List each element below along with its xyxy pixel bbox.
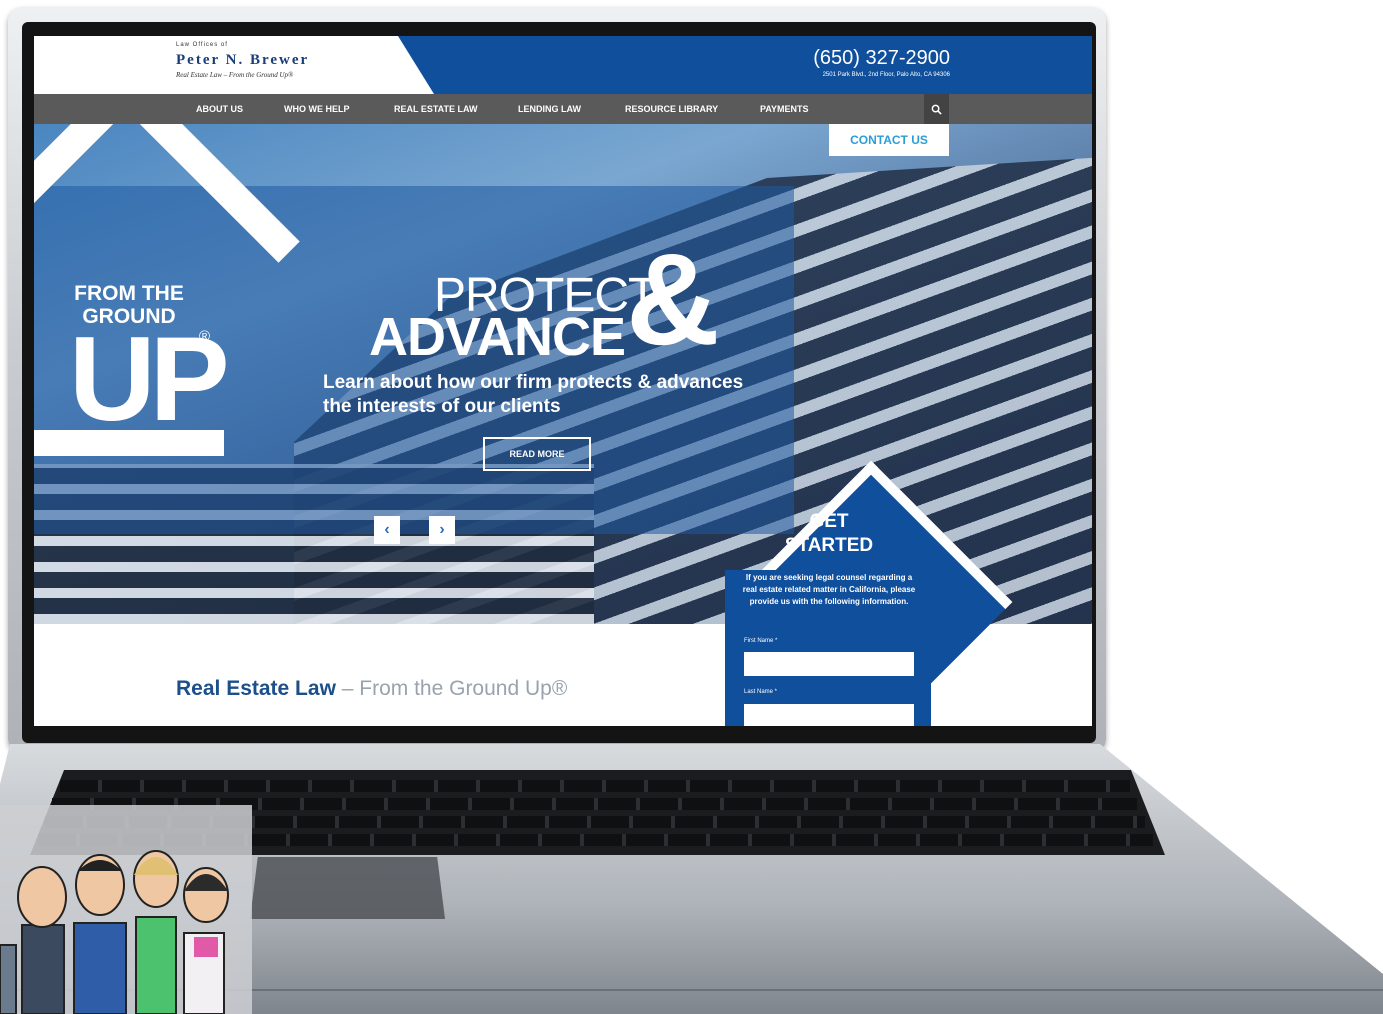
phone-number[interactable]: (650) 327-2900 <box>813 47 950 70</box>
headline-advance: ADVANCE <box>369 307 626 367</box>
nav-item-about-us[interactable]: ABOUT US <box>196 104 243 114</box>
website-screen: Law Offices of Peter N. Brewer Real Esta… <box>34 36 1092 726</box>
last-name-field[interactable] <box>744 704 914 726</box>
get-started-title-line1: GET <box>809 511 849 532</box>
nav-item-resource-library[interactable]: RESOURCE LIBRARY <box>625 104 718 114</box>
badge-underline <box>34 430 224 456</box>
caricature-person <box>73 854 127 1014</box>
nav-item-real-estate-law[interactable]: REAL ESTATE LAW <box>394 104 478 114</box>
headline-ampersand: & <box>626 226 720 372</box>
trackpad <box>250 857 445 919</box>
get-started-title-line2: STARTED <box>784 535 874 556</box>
nav-item-lending-law[interactable]: LENDING LAW <box>518 104 581 114</box>
logo-tagline: Real Estate Law – From the Ground Up® <box>176 71 294 79</box>
caricature-person <box>0 944 17 1014</box>
search-icon <box>931 104 942 115</box>
logo-name: Peter N. Brewer <box>176 52 310 68</box>
address: 2501 Park Blvd., 2nd Floor, Palo Alto, C… <box>822 72 950 78</box>
intro-heading-strong: Real Estate Law <box>176 677 336 700</box>
chevron-right-icon: › <box>439 521 445 538</box>
badge-registered-mark: ® <box>199 328 211 345</box>
logo-prefix: Law Offices of <box>176 42 228 48</box>
badge-line1: FROM THE <box>74 282 184 305</box>
read-more-button[interactable]: READ MORE <box>483 437 591 471</box>
caricature-person <box>183 867 229 1014</box>
get-started-description: If you are seeking legal counsel regardi… <box>742 573 916 606</box>
intro-heading-light: – From the Ground Up® <box>335 677 568 700</box>
search-button[interactable] <box>924 94 949 124</box>
logo[interactable]: Law Offices of Peter N. Brewer Real Esta… <box>34 36 434 94</box>
slider-prev-button[interactable]: ‹ <box>374 516 400 544</box>
team-caricature-image <box>0 805 252 1014</box>
keyboard-row <box>60 780 1130 792</box>
site-header: Law Offices of Peter N. Brewer Real Esta… <box>34 36 1092 94</box>
hero-description: Learn about how our firm protects & adva… <box>323 372 744 417</box>
caricature-person <box>133 850 179 1014</box>
first-name-field[interactable] <box>744 652 914 676</box>
caricature-person <box>17 866 67 1014</box>
last-name-label: Last Name * <box>744 689 778 695</box>
team-caricatures <box>0 850 229 1014</box>
chevron-left-icon: ‹ <box>384 521 390 538</box>
intro-heading: Real Estate Law – From the Ground Up® <box>176 677 567 701</box>
main-nav: ABOUT US WHO WE HELP REAL ESTATE LAW LEN… <box>34 94 1092 124</box>
slider-next-button[interactable]: › <box>429 516 455 544</box>
get-started-title: GET STARTED <box>754 510 904 558</box>
first-name-label: First Name * <box>744 638 778 644</box>
nav-item-payments[interactable]: PAYMENTS <box>760 104 809 114</box>
contact-us-button[interactable]: CONTACT US <box>829 124 949 156</box>
nav-item-who-we-help[interactable]: WHO WE HELP <box>284 104 350 114</box>
